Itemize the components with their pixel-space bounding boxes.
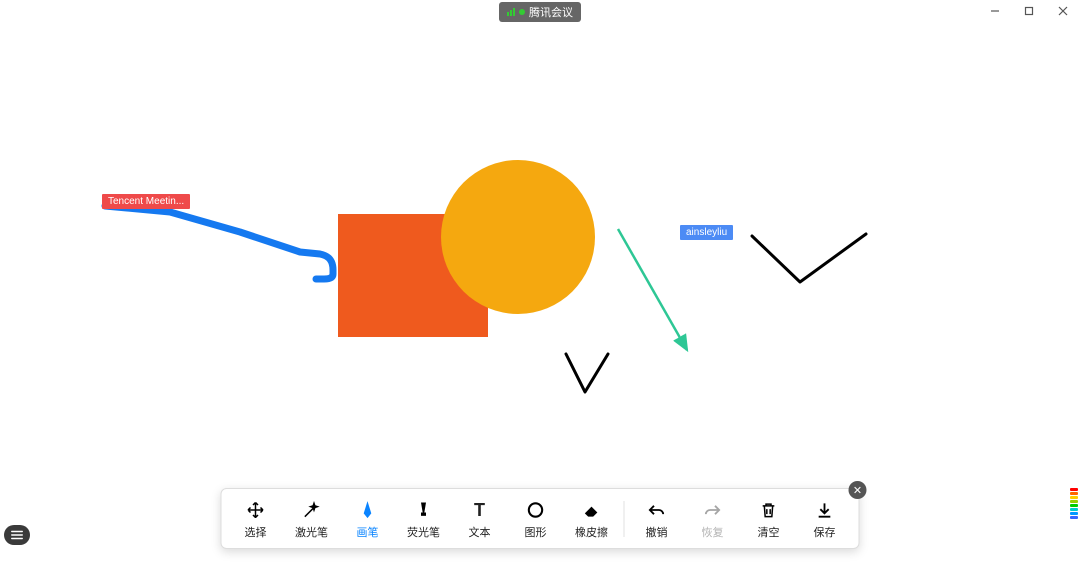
drawn-checkmark-small	[566, 354, 608, 392]
circle-icon	[525, 499, 547, 521]
status-dot-icon	[519, 9, 525, 15]
tool-label: 撤销	[646, 524, 668, 540]
drawn-checkmark-large	[752, 234, 866, 282]
annotation-author-tag-b: ainsleyliu	[680, 225, 733, 240]
signal-icon	[507, 8, 515, 16]
app-title-chip: 腾讯会议	[499, 2, 581, 22]
audio-level-meter	[1070, 479, 1078, 519]
laser-tool-button[interactable]: 激光笔	[284, 495, 340, 542]
tool-label: 选择	[245, 524, 267, 540]
tool-label: 清空	[758, 524, 780, 540]
undo-button[interactable]: 撤销	[629, 495, 685, 542]
tool-label: 荧光笔	[407, 524, 440, 540]
select-tool-button[interactable]: 选择	[228, 495, 284, 542]
shape-tool-button[interactable]: 图形	[508, 495, 564, 542]
tool-label: 保存	[814, 524, 836, 540]
highlighter-icon	[413, 499, 435, 521]
drawn-circle	[441, 160, 595, 314]
toolbar-divider	[624, 501, 625, 537]
tool-label: 文本	[469, 524, 491, 540]
tool-label: 橡皮擦	[575, 524, 608, 540]
tool-label: 激光笔	[295, 524, 328, 540]
text-tool-button[interactable]: T 文本	[452, 495, 508, 542]
redo-button[interactable]: 恢复	[685, 495, 741, 542]
redo-icon	[702, 499, 724, 521]
undo-icon	[646, 499, 668, 521]
eraser-tool-button[interactable]: 橡皮擦	[564, 495, 620, 542]
highlighter-tool-button[interactable]: 荧光笔	[396, 495, 452, 542]
annotation-toolbar: ✕ 选择 激光笔 画笔 荧光笔 T 文本 图形 橡皮擦	[221, 488, 860, 549]
pen-tool-button[interactable]: 画笔	[340, 495, 396, 542]
pen-icon	[357, 499, 379, 521]
tool-label: 图形	[525, 524, 547, 540]
download-icon	[814, 499, 836, 521]
text-icon: T	[469, 499, 491, 521]
move-icon	[245, 499, 267, 521]
minimize-button[interactable]	[978, 0, 1012, 22]
tool-label: 画笔	[357, 524, 379, 540]
app-title: 腾讯会议	[529, 4, 573, 20]
annotation-author-tag-a: Tencent Meetin...	[102, 194, 190, 209]
window-controls	[978, 0, 1080, 22]
tool-label: 恢复	[702, 524, 724, 540]
participants-list-button[interactable]	[4, 525, 30, 545]
drawn-blue-stroke	[105, 206, 333, 279]
drawn-arrow	[618, 229, 687, 350]
save-button[interactable]: 保存	[797, 495, 853, 542]
eraser-icon	[581, 499, 603, 521]
toolbar-close-button[interactable]: ✕	[849, 481, 867, 499]
list-icon	[10, 529, 24, 541]
title-bar: 腾讯会议	[0, 0, 1080, 24]
maximize-button[interactable]	[1012, 0, 1046, 22]
clear-button[interactable]: 清空	[741, 495, 797, 542]
trash-icon	[758, 499, 780, 521]
close-button[interactable]	[1046, 0, 1080, 22]
sparkle-icon	[301, 499, 323, 521]
